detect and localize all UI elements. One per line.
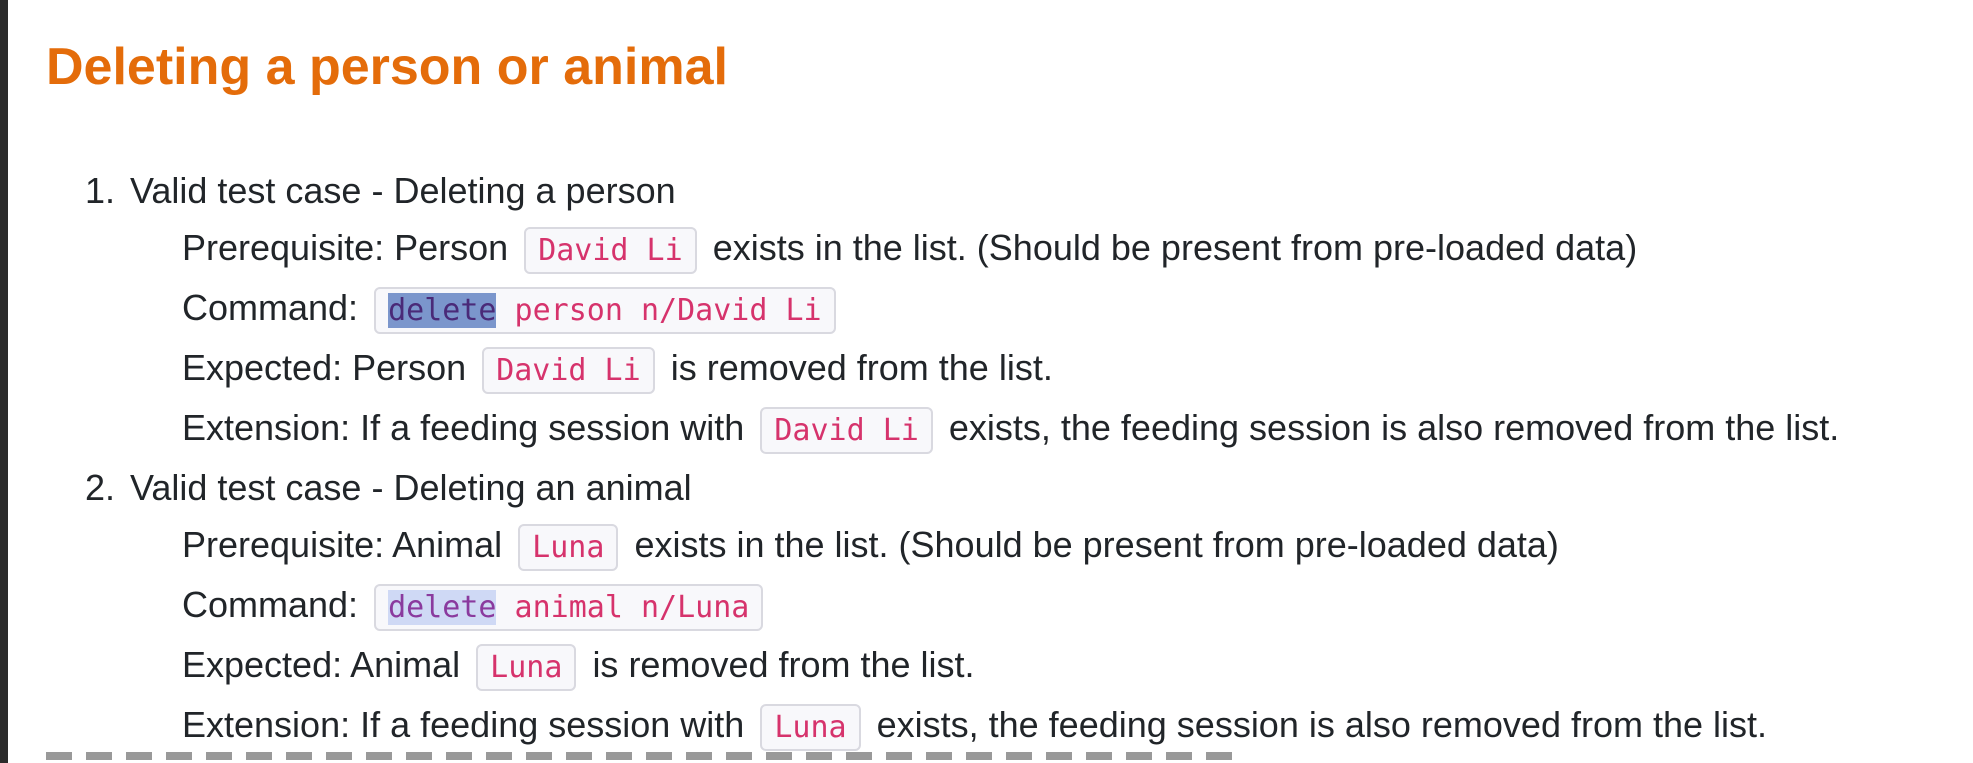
command-label: Command: xyxy=(182,287,359,328)
section-heading: Deleting a person or animal xyxy=(46,38,728,96)
command-code[interactable]: delete animal n/Luna xyxy=(374,584,764,631)
left-border xyxy=(0,0,8,763)
extension-line: Extension: If a feeding session with Lun… xyxy=(182,696,1839,756)
inline-code: David Li xyxy=(524,227,697,274)
list-number: 1. xyxy=(85,170,116,211)
extension-line: Extension: If a feeding session with Dav… xyxy=(182,399,1839,459)
cut-off-next-item xyxy=(46,752,1546,763)
expected-text: Expected: Person xyxy=(182,347,467,388)
inline-code: Luna xyxy=(518,524,619,571)
test-case-item: 1. Valid test case - Deleting a person P… xyxy=(85,162,1839,459)
expected-line: Expected: Animal Luna is removed from th… xyxy=(182,636,1839,696)
prerequisite-text: Prerequisite: Animal xyxy=(182,524,503,565)
command-line: Command: delete animal n/Luna xyxy=(182,576,1839,636)
extension-text: Extension: If a feeding session with xyxy=(182,407,745,448)
inline-code: David Li xyxy=(760,407,933,454)
command-code[interactable]: delete person n/David Li xyxy=(374,287,836,334)
selected-keyword: delete xyxy=(388,293,497,328)
prerequisite-text: Prerequisite: Person xyxy=(182,227,509,268)
extension-text: exists, the feeding session is also remo… xyxy=(948,407,1840,448)
expected-text: is removed from the list. xyxy=(592,644,975,685)
test-case-title: Valid test case - Deleting a person xyxy=(130,170,676,211)
command-args: person n/David Li xyxy=(496,293,822,328)
command-line: Command: delete person n/David Li xyxy=(182,279,1839,339)
inline-code: Luna xyxy=(476,644,577,691)
prerequisite-line: Prerequisite: Person David Li exists in … xyxy=(182,219,1839,279)
inline-code: Luna xyxy=(760,704,861,751)
inline-code: David Li xyxy=(482,347,655,394)
highlighted-keyword: delete xyxy=(388,590,497,625)
extension-text: Extension: If a feeding session with xyxy=(182,704,745,745)
extension-text: exists, the feeding session is also remo… xyxy=(876,704,1768,745)
prerequisite-text: exists in the list. (Should be present f… xyxy=(634,524,1559,565)
test-case-list: 1. Valid test case - Deleting a person P… xyxy=(46,162,1839,756)
prerequisite-line: Prerequisite: Animal Luna exists in the … xyxy=(182,516,1839,576)
test-case-item: 2. Valid test case - Deleting an animal … xyxy=(85,459,1839,756)
expected-text: is removed from the list. xyxy=(670,347,1053,388)
expected-line: Expected: Person David Li is removed fro… xyxy=(182,339,1839,399)
expected-text: Expected: Animal xyxy=(182,644,461,685)
test-case-title: Valid test case - Deleting an animal xyxy=(130,467,692,508)
command-args: animal n/Luna xyxy=(496,590,750,625)
list-number: 2. xyxy=(85,467,116,508)
command-label: Command: xyxy=(182,584,359,625)
prerequisite-text: exists in the list. (Should be present f… xyxy=(712,227,1638,268)
